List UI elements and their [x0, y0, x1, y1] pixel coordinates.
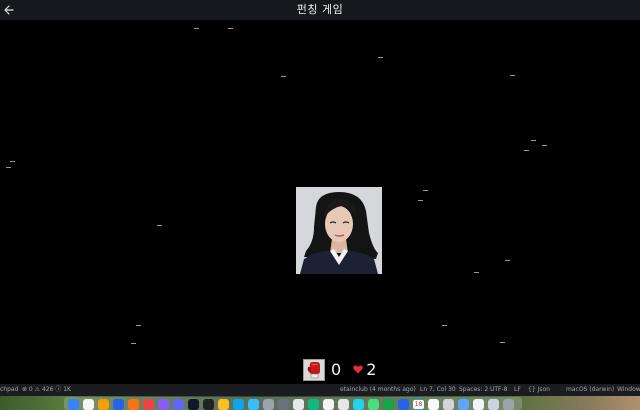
star	[474, 272, 479, 273]
dock-app-icon[interactable]	[458, 399, 469, 410]
star	[423, 190, 428, 191]
star	[442, 325, 447, 326]
dock-app-icon[interactable]	[248, 399, 259, 410]
editor-status-bar: chpad ⊗ 0 ⚠ 426 ⓘ 1K etainclub (4 months…	[0, 384, 640, 396]
star	[531, 140, 536, 141]
hud: 0 2	[303, 358, 376, 381]
page-title: 펀칭 게임	[296, 3, 344, 16]
dock-app-icon[interactable]	[83, 399, 94, 410]
status-blame[interactable]: etainclub (4 months ago)	[340, 384, 416, 396]
punch-target[interactable]	[296, 187, 382, 274]
status-language[interactable]: {} Json	[528, 384, 550, 396]
star	[136, 325, 141, 326]
dock-app-icon[interactable]	[323, 399, 334, 410]
dock-app-icon[interactable]	[233, 399, 244, 410]
dock-app-icon[interactable]	[278, 399, 289, 410]
dock-app-icon[interactable]	[188, 399, 199, 410]
boxing-glove-icon	[307, 361, 320, 378]
star	[228, 28, 233, 29]
dock-app-icon[interactable]	[263, 399, 274, 410]
status-spaces[interactable]: Spaces: 2	[459, 384, 488, 396]
app-header: 펀칭 게임	[0, 0, 640, 20]
dock-app-icon[interactable]	[473, 399, 484, 410]
status-encoding[interactable]: UTF-8	[490, 384, 508, 396]
dock-app-icon[interactable]	[158, 399, 169, 410]
status-cursor[interactable]: Ln 7, Col 30	[420, 384, 456, 396]
game-screen: 펀칭 게임 0 2 chpad ⊗ 0 ⚠ 426 ⓘ 1K etainclub…	[0, 0, 640, 410]
star	[194, 28, 199, 29]
dock-app-icon[interactable]	[68, 399, 79, 410]
target-portrait	[296, 187, 382, 274]
dock-app-icon[interactable]	[173, 399, 184, 410]
dock-app-icon[interactable]	[443, 399, 454, 410]
star	[6, 167, 11, 168]
status-problems[interactable]: ⊗ 0 ⚠ 426 ⓘ 1K	[22, 384, 71, 396]
score-value: 0	[331, 360, 342, 379]
dock-app-icon[interactable]	[98, 399, 109, 410]
star	[418, 200, 423, 201]
lives-value: 2	[366, 360, 377, 379]
glove-button[interactable]	[303, 358, 325, 381]
dock-app-icon[interactable]	[128, 399, 139, 410]
heart-icon	[353, 365, 363, 374]
dock-app-icon[interactable]	[308, 399, 319, 410]
dock-app-icon[interactable]	[368, 399, 379, 410]
dock-app-icon[interactable]	[338, 399, 349, 410]
dock-app-icon[interactable]	[143, 399, 154, 410]
dock-app-icon[interactable]	[218, 399, 229, 410]
star	[505, 260, 510, 261]
dock-app-icon[interactable]	[203, 399, 214, 410]
star	[157, 225, 162, 226]
dock-app-icon[interactable]	[488, 399, 499, 410]
star	[542, 145, 547, 146]
status-platform[interactable]: macOS (darwin)	[566, 384, 614, 396]
dock-app-icon[interactable]	[293, 399, 304, 410]
status-eol[interactable]: LF	[514, 384, 521, 396]
star	[281, 76, 286, 77]
status-branch[interactable]: chpad	[0, 384, 18, 396]
status-window[interactable]: Windows	[617, 384, 640, 396]
star	[131, 343, 136, 344]
dock-app-icon[interactable]	[383, 399, 394, 410]
dock-app-icon[interactable]	[503, 399, 514, 410]
star	[524, 150, 529, 151]
star	[10, 161, 15, 162]
star	[378, 57, 383, 58]
star	[500, 342, 505, 343]
dock-app-icon[interactable]	[398, 399, 409, 410]
calendar-icon-day: 18	[413, 400, 424, 409]
dock-app-icon[interactable]	[353, 399, 364, 410]
star	[510, 75, 515, 76]
dock-app-icon[interactable]	[113, 399, 124, 410]
dock-app-icon[interactable]	[428, 399, 439, 410]
